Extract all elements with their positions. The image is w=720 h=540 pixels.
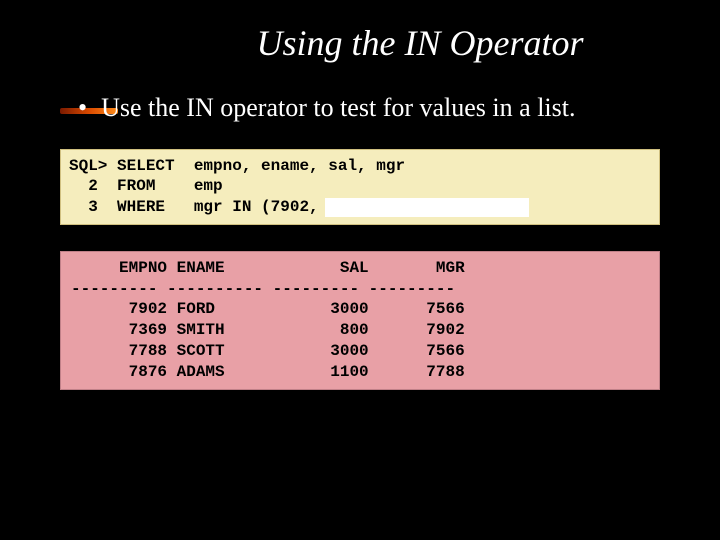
bullet-dot-icon: • <box>78 92 87 123</box>
table-row: 7902 FORD 3000 7566 <box>71 300 465 318</box>
highlight-in-clause <box>325 198 529 217</box>
bullet-text: Use the IN operator to test for values i… <box>101 92 575 125</box>
query-result-block: EMPNO ENAME SAL MGR --------- ----------… <box>60 251 660 390</box>
slide-title: Using the IN Operator <box>0 0 720 64</box>
result-divider: --------- ---------- --------- --------- <box>71 280 455 298</box>
sql-line-1: SQL> SELECT empno, ename, sal, mgr <box>69 157 405 175</box>
table-row: 7369 SMITH 800 7902 <box>71 321 465 339</box>
table-row: 7876 ADAMS 1100 7788 <box>71 363 465 381</box>
sql-line-2: 2 FROM emp <box>69 177 223 195</box>
bullet-item: • Use the IN operator to test for values… <box>0 92 720 125</box>
table-row: 7788 SCOTT 3000 7566 <box>71 342 465 360</box>
result-header: EMPNO ENAME SAL MGR <box>71 259 465 277</box>
sql-code-block: SQL> SELECT empno, ename, sal, mgr 2 FRO… <box>60 149 660 225</box>
